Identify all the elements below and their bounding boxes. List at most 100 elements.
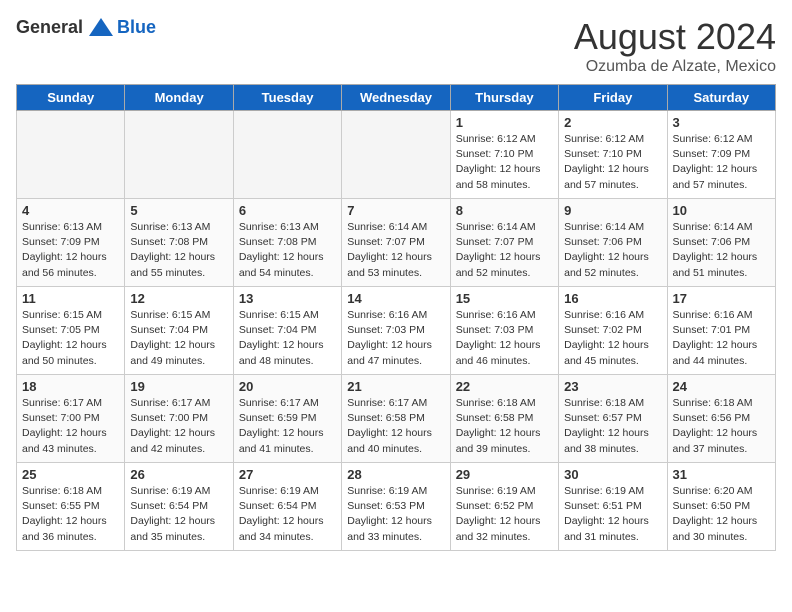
day-of-week-header: Wednesday <box>342 85 450 111</box>
day-number: 29 <box>456 467 553 482</box>
calendar-cell: 16Sunrise: 6:16 AMSunset: 7:02 PMDayligh… <box>559 287 667 375</box>
day-number: 8 <box>456 203 553 218</box>
day-number: 16 <box>564 291 661 306</box>
day-number: 12 <box>130 291 227 306</box>
calendar-cell: 12 Sunrise: 6:15 AMSunset: 7:04 PMDayligh… <box>125 287 233 375</box>
calendar-cell: 5Sunrise: 6:13 AMSunset: 7:08 PMDaylight… <box>125 199 233 287</box>
day-number: 15 <box>456 291 553 306</box>
calendar-cell: 21 Sunrise: 6:17 AMSunset: 6:58 PMDayligh… <box>342 375 450 463</box>
logo: General Blue <box>16 16 156 38</box>
calendar-cell: 15 Sunrise: 6:16 AMSunset: 7:03 PMDayligh… <box>450 287 558 375</box>
day-of-week-header: Monday <box>125 85 233 111</box>
calendar-cell: 3 Sunrise: 6:12 AMSunset: 7:09 PMDaylight… <box>667 111 775 199</box>
calendar-cell: 25 Sunrise: 6:18 AMSunset: 6:55 PMDayligh… <box>17 463 125 551</box>
day-number: 24 <box>673 379 770 394</box>
month-title: August 2024 <box>574 16 776 58</box>
day-number: 18 <box>22 379 119 394</box>
day-number: 3 <box>673 115 770 130</box>
day-number: 6 <box>239 203 336 218</box>
day-number: 20 <box>239 379 336 394</box>
calendar-cell: 2 Sunrise: 6:12 AMSunset: 7:10 PMDaylight… <box>559 111 667 199</box>
day-number: 26 <box>130 467 227 482</box>
day-info: Sunrise: 6:19 AMSunset: 6:54 PMDaylight:… <box>239 484 336 545</box>
day-info: Sunrise: 6:14 AMSunset: 7:06 PMDaylight:… <box>673 220 770 281</box>
day-number: 7 <box>347 203 444 218</box>
day-info: Sunrise: 6:12 AMSunset: 7:10 PMDaylight:… <box>564 132 661 193</box>
day-info: Sunrise: 6:15 AMSunset: 7:05 PMDaylight:… <box>22 308 119 369</box>
day-info: Sunrise: 6:14 AMSunset: 7:07 PMDaylight:… <box>456 220 553 281</box>
day-info: Sunrise: 6:16 AMSunset: 7:03 PMDaylight:… <box>456 308 553 369</box>
day-info: Sunrise: 6:19 AMSunset: 6:53 PMDaylight:… <box>347 484 444 545</box>
day-number: 30 <box>564 467 661 482</box>
day-of-week-header: Thursday <box>450 85 558 111</box>
calendar-cell: 28 Sunrise: 6:19 AMSunset: 6:53 PMDayligh… <box>342 463 450 551</box>
calendar-week-row: 4 Sunrise: 6:13 AMSunset: 7:09 PMDaylight… <box>17 199 776 287</box>
day-number: 22 <box>456 379 553 394</box>
logo-icon <box>87 16 115 38</box>
day-info: Sunrise: 6:17 AMSunset: 6:58 PMDaylight:… <box>347 396 444 457</box>
calendar-week-row: 11Sunrise: 6:15 AMSunset: 7:05 PMDayligh… <box>17 287 776 375</box>
day-of-week-header: Friday <box>559 85 667 111</box>
day-info: Sunrise: 6:19 AMSunset: 6:52 PMDaylight:… <box>456 484 553 545</box>
day-info: Sunrise: 6:12 AMSunset: 7:09 PMDaylight:… <box>673 132 770 193</box>
day-number: 14 <box>347 291 444 306</box>
calendar-cell: 13Sunrise: 6:15 AMSunset: 7:04 PMDayligh… <box>233 287 341 375</box>
day-number: 19 <box>130 379 227 394</box>
calendar-cell <box>233 111 341 199</box>
day-number: 28 <box>347 467 444 482</box>
calendar-cell: 10Sunrise: 6:14 AMSunset: 7:06 PMDayligh… <box>667 199 775 287</box>
calendar-cell <box>342 111 450 199</box>
day-info: Sunrise: 6:13 AMSunset: 7:09 PMDaylight:… <box>22 220 119 281</box>
day-info: Sunrise: 6:17 AMSunset: 6:59 PMDaylight:… <box>239 396 336 457</box>
day-number: 31 <box>673 467 770 482</box>
calendar-cell: 1Sunrise: 6:12 AMSunset: 7:10 PMDaylight… <box>450 111 558 199</box>
logo-general: General <box>16 17 83 38</box>
calendar-week-row: 1 Sunrise: 6:12 AMSunset: 7:10 PMDaylight… <box>17 111 776 199</box>
day-number: 4 <box>22 203 119 218</box>
calendar-cell: 6Sunrise: 6:13 AMSunset: 7:08 PMDaylight… <box>233 199 341 287</box>
calendar-cell: 30 Sunrise: 6:19 AMSunset: 6:51 PMDayligh… <box>559 463 667 551</box>
calendar-header-row: SundayMondayTuesdayWednesdayThursdayFrid… <box>17 85 776 111</box>
calendar-cell: 4 Sunrise: 6:13 AMSunset: 7:09 PMDaylight… <box>17 199 125 287</box>
calendar-cell: 7 Sunrise: 6:14 AMSunset: 7:07 PMDaylight… <box>342 199 450 287</box>
day-number: 25 <box>22 467 119 482</box>
day-info: Sunrise: 6:18 AMSunset: 6:56 PMDaylight:… <box>673 396 770 457</box>
calendar-cell: 24 Sunrise: 6:18 AMSunset: 6:56 PMDayligh… <box>667 375 775 463</box>
day-number: 27 <box>239 467 336 482</box>
day-of-week-header: Saturday <box>667 85 775 111</box>
day-number: 2 <box>564 115 661 130</box>
calendar-cell: 31Sunrise: 6:20 AMSunset: 6:50 PMDayligh… <box>667 463 775 551</box>
calendar-cell: 23 Sunrise: 6:18 AMSunset: 6:57 PMDayligh… <box>559 375 667 463</box>
logo-blue: Blue <box>117 17 156 38</box>
day-number: 9 <box>564 203 661 218</box>
calendar-cell: 19 Sunrise: 6:17 AMSunset: 7:00 PMDayligh… <box>125 375 233 463</box>
day-of-week-header: Tuesday <box>233 85 341 111</box>
calendar-cell: 20 Sunrise: 6:17 AMSunset: 6:59 PMDayligh… <box>233 375 341 463</box>
day-info: Sunrise: 6:14 AMSunset: 7:06 PMDaylight:… <box>564 220 661 281</box>
calendar-cell: 22 Sunrise: 6:18 AMSunset: 6:58 PMDayligh… <box>450 375 558 463</box>
calendar-cell: 14 Sunrise: 6:16 AMSunset: 7:03 PMDayligh… <box>342 287 450 375</box>
day-number: 23 <box>564 379 661 394</box>
calendar-cell: 9 Sunrise: 6:14 AMSunset: 7:06 PMDaylight… <box>559 199 667 287</box>
calendar-cell: 29 Sunrise: 6:19 AMSunset: 6:52 PMDayligh… <box>450 463 558 551</box>
calendar-week-row: 18 Sunrise: 6:17 AMSunset: 7:00 PMDayligh… <box>17 375 776 463</box>
day-info: Sunrise: 6:13 AMSunset: 7:08 PMDaylight:… <box>130 220 227 281</box>
day-info: Sunrise: 6:18 AMSunset: 6:55 PMDaylight:… <box>22 484 119 545</box>
day-number: 21 <box>347 379 444 394</box>
day-info: Sunrise: 6:14 AMSunset: 7:07 PMDaylight:… <box>347 220 444 281</box>
calendar-table: SundayMondayTuesdayWednesdayThursdayFrid… <box>16 84 776 551</box>
day-info: Sunrise: 6:15 AMSunset: 7:04 PMDaylight:… <box>130 308 227 369</box>
day-number: 13 <box>239 291 336 306</box>
day-info: Sunrise: 6:17 AMSunset: 7:00 PMDaylight:… <box>130 396 227 457</box>
day-info: Sunrise: 6:19 AMSunset: 6:51 PMDaylight:… <box>564 484 661 545</box>
calendar-cell <box>17 111 125 199</box>
day-info: Sunrise: 6:16 AMSunset: 7:03 PMDaylight:… <box>347 308 444 369</box>
calendar-cell: 17Sunrise: 6:16 AMSunset: 7:01 PMDayligh… <box>667 287 775 375</box>
calendar-cell: 26 Sunrise: 6:19 AMSunset: 6:54 PMDayligh… <box>125 463 233 551</box>
calendar-cell: 18Sunrise: 6:17 AMSunset: 7:00 PMDayligh… <box>17 375 125 463</box>
day-info: Sunrise: 6:18 AMSunset: 6:58 PMDaylight:… <box>456 396 553 457</box>
day-info: Sunrise: 6:18 AMSunset: 6:57 PMDaylight:… <box>564 396 661 457</box>
day-info: Sunrise: 6:19 AMSunset: 6:54 PMDaylight:… <box>130 484 227 545</box>
day-number: 1 <box>456 115 553 130</box>
calendar-week-row: 25 Sunrise: 6:18 AMSunset: 6:55 PMDayligh… <box>17 463 776 551</box>
